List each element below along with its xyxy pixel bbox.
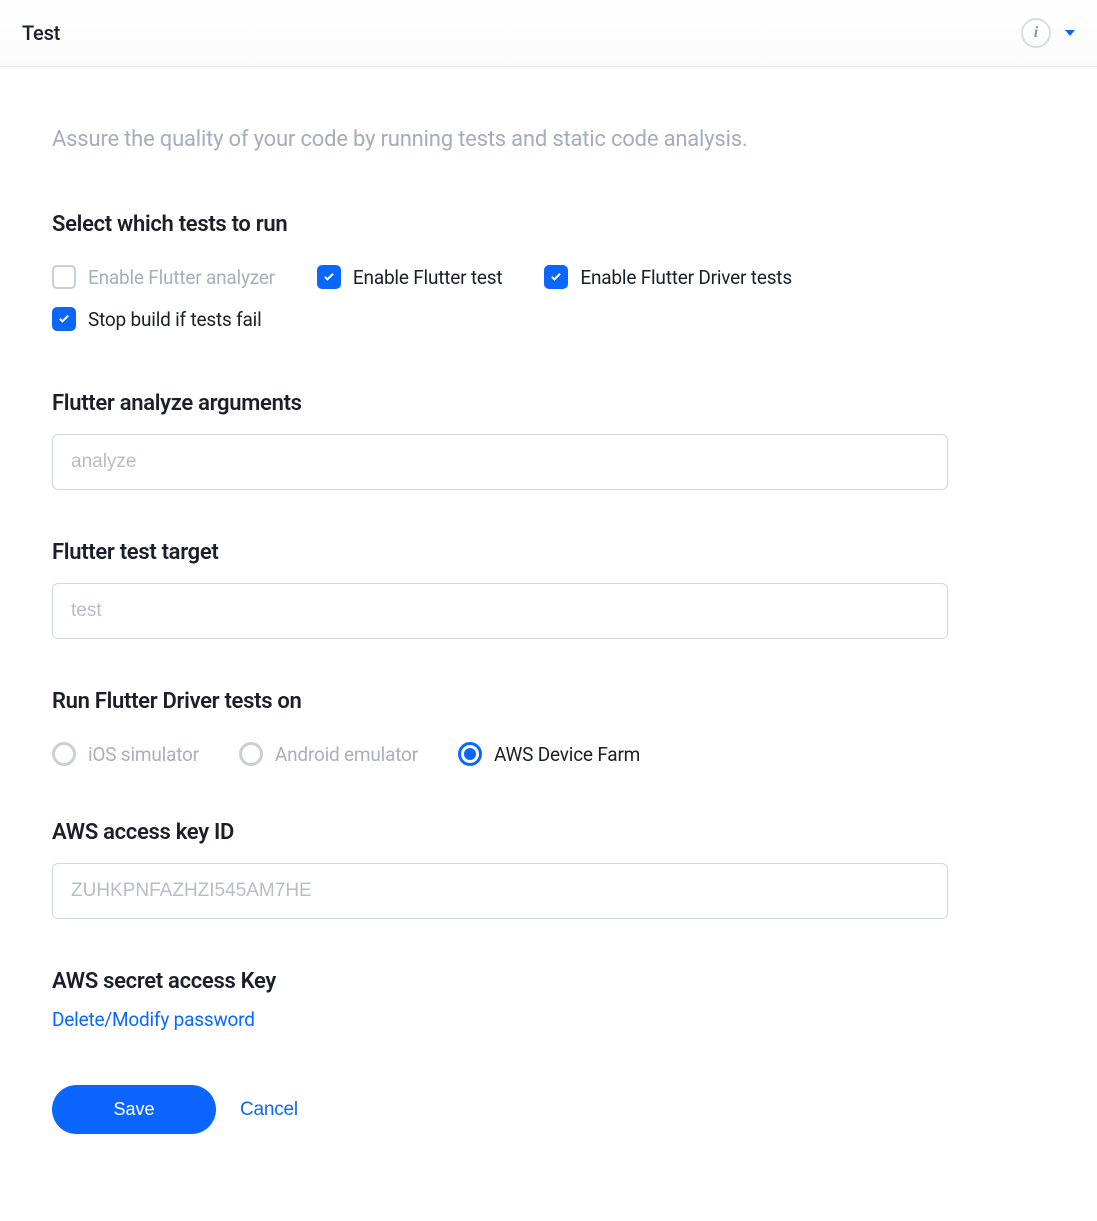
page-title: Test — [22, 21, 60, 45]
caret-down-icon[interactable] — [1065, 30, 1075, 36]
form-actions: Save Cancel — [52, 1085, 948, 1134]
field-label: Flutter test target — [52, 540, 948, 565]
flutter-analyze-args-input[interactable] — [52, 434, 948, 490]
page-subtitle: Assure the quality of your code by runni… — [52, 127, 948, 152]
checkbox-label: Stop build if tests fail — [88, 308, 262, 331]
radio-label: iOS simulator — [88, 743, 199, 766]
aws-access-key-id-group: AWS access key ID — [52, 820, 948, 919]
checkbox-enable-flutter-test[interactable]: Enable Flutter test — [317, 265, 502, 289]
field-label: Flutter analyze arguments — [52, 391, 948, 416]
checkbox-stop-build-if-tests-fail[interactable]: Stop build if tests fail — [52, 307, 906, 331]
page-header: Test i — [0, 0, 1097, 67]
radio-label: AWS Device Farm — [494, 743, 640, 766]
tests-heading: Select which tests to run — [52, 212, 948, 237]
checkmark-icon — [544, 265, 568, 289]
checkmark-icon — [317, 265, 341, 289]
flutter-test-target-input[interactable] — [52, 583, 948, 639]
checkbox-icon — [52, 265, 76, 289]
radio-label: Android emulator — [275, 743, 418, 766]
field-label: Run Flutter Driver tests on — [52, 689, 948, 714]
radio-ios-simulator[interactable]: iOS simulator — [52, 742, 199, 766]
tests-checkbox-group: Enable Flutter analyzer Enable Flutter t… — [52, 265, 948, 331]
checkbox-label: Enable Flutter test — [353, 266, 502, 289]
radio-android-emulator[interactable]: Android emulator — [239, 742, 418, 766]
checkmark-icon — [52, 307, 76, 331]
flutter-test-target-group: Flutter test target — [52, 540, 948, 639]
delete-modify-password-link[interactable]: Delete/Modify password — [52, 1008, 255, 1031]
aws-secret-access-key-group: AWS secret access Key Delete/Modify pass… — [52, 969, 948, 1031]
aws-access-key-id-input[interactable] — [52, 863, 948, 919]
driver-target-radio-group: iOS simulator Android emulator AWS Devic… — [52, 742, 948, 766]
header-actions: i — [1021, 18, 1075, 48]
field-label: AWS secret access Key — [52, 969, 948, 994]
radio-icon — [52, 742, 76, 766]
checkbox-label: Enable Flutter analyzer — [88, 266, 275, 289]
driver-target-group: Run Flutter Driver tests on iOS simulato… — [52, 689, 948, 766]
checkbox-enable-flutter-driver-tests[interactable]: Enable Flutter Driver tests — [544, 265, 792, 289]
checkbox-enable-flutter-analyzer[interactable]: Enable Flutter analyzer — [52, 265, 275, 289]
cancel-button[interactable]: Cancel — [240, 1099, 298, 1121]
field-label: AWS access key ID — [52, 820, 948, 845]
content-area: Assure the quality of your code by runni… — [0, 67, 1000, 1194]
flutter-analyze-args-group: Flutter analyze arguments — [52, 391, 948, 490]
info-icon[interactable]: i — [1021, 18, 1051, 48]
save-button[interactable]: Save — [52, 1085, 216, 1134]
radio-aws-device-farm[interactable]: AWS Device Farm — [458, 742, 640, 766]
radio-icon — [458, 742, 482, 766]
radio-icon — [239, 742, 263, 766]
checkbox-label: Enable Flutter Driver tests — [580, 266, 792, 289]
